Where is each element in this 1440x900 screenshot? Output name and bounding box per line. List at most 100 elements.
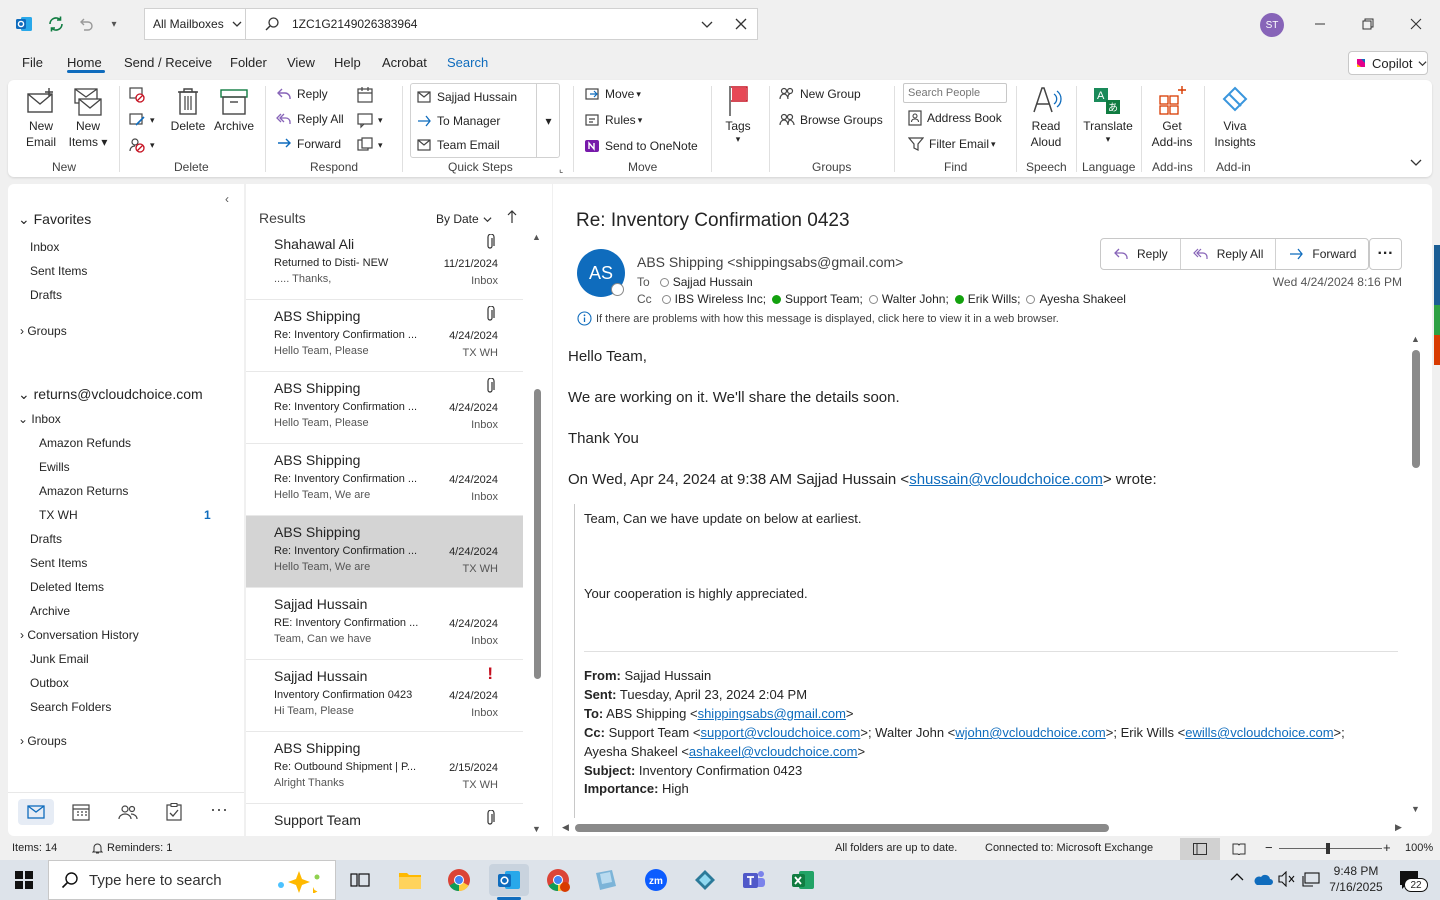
people-icon[interactable] (118, 803, 138, 821)
app-icon[interactable] (685, 864, 725, 896)
folder-ewills[interactable]: Ewills (39, 460, 70, 474)
inbox-folder[interactable]: ⌄ Inbox (18, 412, 61, 426)
volume-muted-icon[interactable] (1278, 871, 1296, 887)
clean-up-button[interactable]: ▾ (128, 111, 155, 129)
folder-sent-items[interactable]: Sent Items (30, 556, 87, 570)
clear-search-icon[interactable] (735, 18, 747, 30)
rules-button[interactable]: Rules ▾ (584, 112, 642, 128)
task-view-icon[interactable] (340, 864, 380, 896)
email-link[interactable]: shussain@vcloudchoice.com (909, 471, 1103, 488)
folder-search-folders[interactable]: Search Folders (30, 700, 111, 714)
more-apps-icon[interactable]: ··· (210, 799, 228, 820)
email-link[interactable]: support@vcloudchoice.com (700, 725, 860, 740)
groups-header[interactable]: › Groups (20, 324, 67, 338)
minimize-button[interactable] (1296, 0, 1344, 48)
menu-folder[interactable]: Folder (230, 55, 267, 70)
cc-recipient[interactable]: Ayesha Shakeel (1039, 292, 1126, 306)
move-button[interactable]: Move ▾ (584, 86, 641, 102)
menu-acrobat[interactable]: Acrobat (382, 55, 427, 70)
account-header[interactable]: ⌄ returns@vcloudchoice.com (18, 386, 203, 403)
folder-deleted-items[interactable]: Deleted Items (30, 580, 104, 594)
fav-sent-items[interactable]: Sent Items (30, 264, 87, 278)
list-scrollbar-thumb[interactable] (534, 389, 541, 679)
new-group-button[interactable]: New Group (779, 86, 861, 102)
normal-view-icon[interactable] (1180, 838, 1220, 860)
email-link[interactable]: shippingsabs@gmail.com (698, 706, 846, 721)
folder-conversation-history[interactable]: › Conversation History (20, 628, 139, 642)
menu-view[interactable]: View (287, 55, 315, 70)
zoom-app-icon[interactable]: zm (636, 864, 676, 896)
menu-search[interactable]: Search (447, 55, 488, 70)
list-item[interactable]: ABS Shipping Re: Inventory Confirmation … (246, 444, 523, 516)
forward-button[interactable]: Forward (276, 136, 341, 152)
email-link[interactable]: ashakeel@vcloudchoice.com (689, 744, 858, 759)
outlook-taskbar-icon[interactable] (489, 864, 529, 896)
to-recipient[interactable]: Sajjad Hussain (673, 275, 753, 289)
restore-button[interactable] (1344, 0, 1392, 48)
cc-recipient[interactable]: IBS Wireless Inc; (675, 292, 766, 306)
menu-help[interactable]: Help (334, 55, 361, 70)
customize-toolbar-icon[interactable]: ▾ (102, 12, 126, 36)
scroll-down-icon[interactable]: ▼ (532, 824, 541, 834)
dialog-launcher-icon[interactable]: ⌞ (559, 164, 563, 175)
scroll-down-icon[interactable]: ▼ (1411, 804, 1420, 814)
zoom-out-icon[interactable]: − (1265, 840, 1273, 855)
menu-file[interactable]: File (22, 55, 43, 70)
reply-all-button[interactable]: Reply All (1181, 239, 1277, 269)
list-item[interactable]: ABS Shipping Re: Outbound Shipment | P..… (246, 732, 523, 804)
folder-tx-wh[interactable]: TX WH (39, 508, 78, 522)
forward-button[interactable]: Forward (1276, 239, 1368, 269)
archive-button[interactable]: Archive (212, 86, 256, 134)
delete-button[interactable]: Delete (168, 86, 208, 134)
mail-icon[interactable] (18, 799, 54, 825)
info-bar[interactable]: If there are problems with how this mess… (577, 311, 1059, 326)
copilot-button[interactable]: Copilot (1348, 51, 1428, 75)
email-sender[interactable]: ABS Shipping <shippingsabs@gmail.com> (637, 254, 903, 270)
more-respond-button[interactable]: ▾ (356, 136, 383, 154)
windows-start-icon[interactable] (4, 864, 44, 896)
folder-junk-email[interactable]: Junk Email (30, 652, 89, 666)
list-item[interactable]: Sajjad Hussain ! Inventory Confirmation … (246, 660, 523, 732)
calendar-icon[interactable] (72, 803, 90, 821)
teams-icon[interactable] (734, 864, 774, 896)
send-to-onenote-button[interactable]: Send to OneNote (584, 138, 698, 154)
filter-email-button[interactable]: Filter Email ▾ (908, 136, 996, 152)
search-box[interactable] (245, 8, 758, 40)
reminders[interactable]: Reminders: 1 (92, 842, 172, 854)
folder-drafts[interactable]: Drafts (30, 532, 62, 546)
sync-icon[interactable] (44, 12, 68, 36)
undo-icon[interactable] (74, 12, 98, 36)
sort-dropdown[interactable]: By Date (436, 212, 492, 226)
collapse-folder-pane-icon[interactable]: ‹ (225, 192, 229, 206)
list-item-selected[interactable]: ABS Shipping Re: Inventory Confirmation … (246, 516, 523, 588)
fav-inbox[interactable]: Inbox (30, 240, 59, 254)
clock[interactable]: 9:48 PM 7/16/2025 (1326, 863, 1386, 895)
chrome-profile-icon[interactable] (538, 864, 578, 896)
tasks-icon[interactable] (166, 803, 182, 821)
onedrive-icon[interactable] (1253, 872, 1273, 886)
reply-button[interactable]: Reply (276, 86, 328, 102)
meeting-button[interactable] (356, 86, 374, 104)
viva-insights-button[interactable]: Viva Insights (1212, 84, 1258, 150)
folder-archive[interactable]: Archive (30, 604, 70, 618)
list-item[interactable]: Sajjad Hussain RE: Inventory Confirmatio… (246, 588, 523, 660)
folder-amazon-returns[interactable]: Amazon Returns (39, 484, 128, 498)
list-item[interactable]: Shahawal Ali Returned to Disti- NEW 11/2… (246, 228, 523, 300)
address-book-button[interactable]: Address Book (908, 110, 1002, 126)
translate-button[interactable]: Aあ Translate ▾ (1082, 84, 1134, 144)
folder-outbox[interactable]: Outbox (30, 676, 69, 690)
taskbar-search[interactable]: Type here to search (48, 860, 336, 900)
scroll-up-icon[interactable]: ▲ (532, 232, 541, 242)
sort-direction-icon[interactable] (507, 210, 517, 224)
network-icon[interactable] (1302, 871, 1320, 887)
quick-step-sajjad[interactable]: Sajjad Hussain (416, 89, 517, 105)
favorites-header[interactable]: ⌄ Favorites (18, 211, 91, 228)
quick-steps-expand[interactable]: ▾ (536, 83, 560, 158)
zoom-slider-track[interactable] (1279, 848, 1382, 849)
quick-step-manager[interactable]: To Manager (416, 113, 500, 129)
user-avatar[interactable]: ST (1260, 13, 1284, 37)
body-scrollbar-thumb[interactable] (1412, 350, 1420, 468)
system-tray-chevron-icon[interactable] (1230, 872, 1244, 882)
scroll-right-icon[interactable]: ▶ (1395, 822, 1402, 833)
scroll-up-icon[interactable]: ▲ (1411, 334, 1420, 344)
